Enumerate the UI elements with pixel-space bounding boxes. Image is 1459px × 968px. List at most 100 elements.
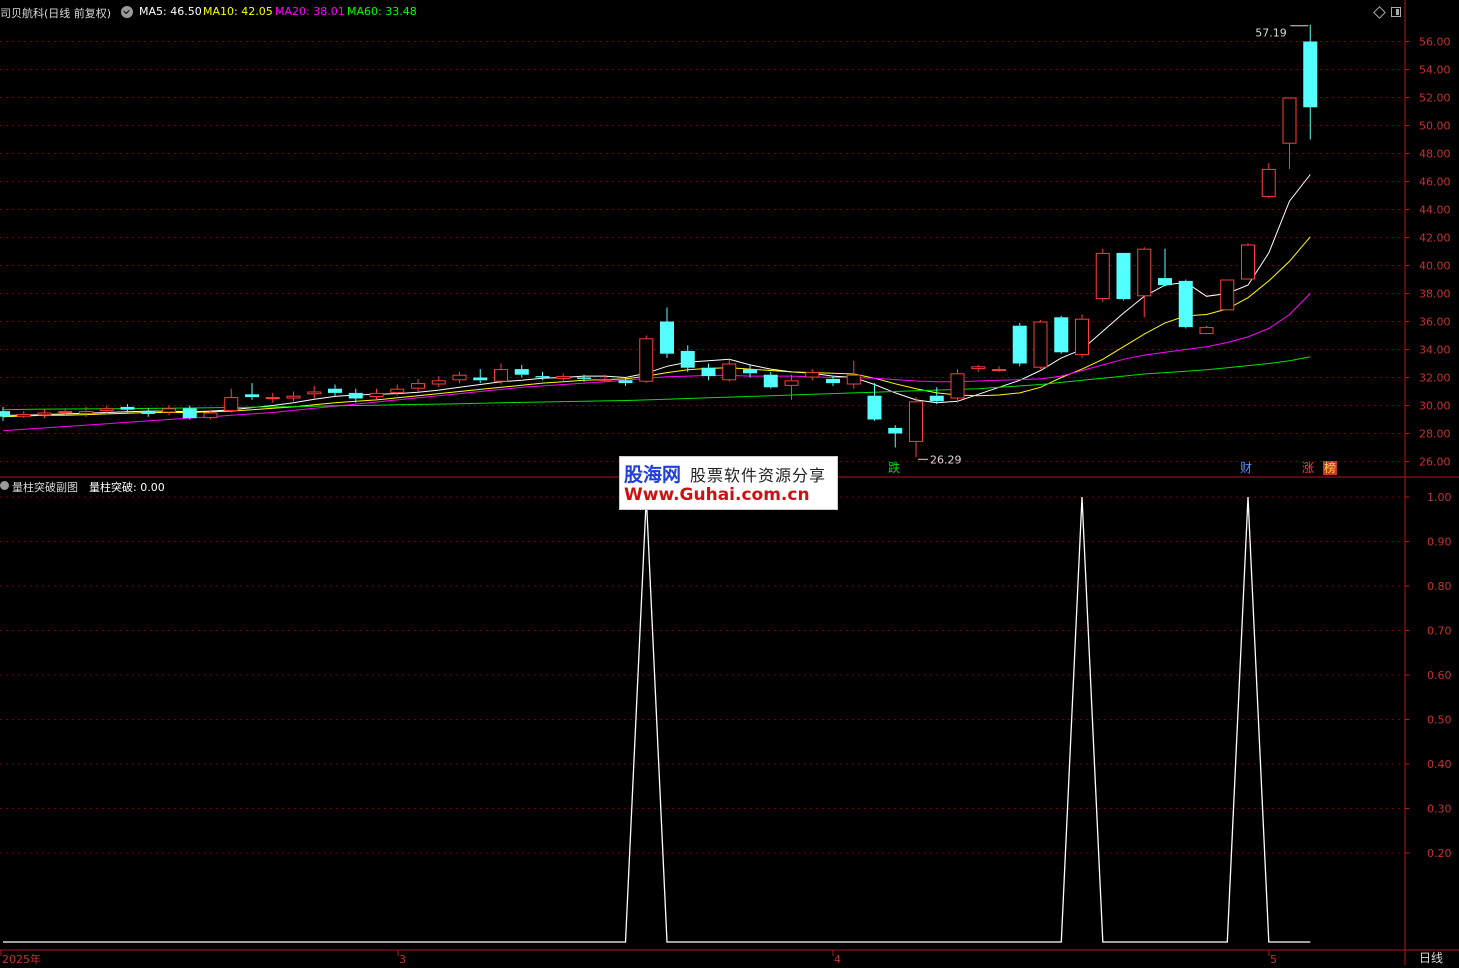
x-axis-label: 5 [1270, 953, 1277, 965]
candle-up [265, 397, 280, 400]
ma10-label: MA10: 42.05 [203, 5, 273, 18]
price-tick-label: 38.00 [1419, 288, 1451, 301]
price-tick-label: 44.00 [1419, 204, 1451, 217]
candle-down [1116, 252, 1131, 300]
candle-up [950, 373, 965, 399]
rank-marker: 榜 [1324, 460, 1336, 475]
low-price-label: 26.29 [930, 453, 962, 466]
price-tick-label: 48.00 [1419, 148, 1451, 161]
candle-up [99, 408, 114, 412]
candle-up [390, 388, 405, 393]
indicator-tick-label: 0.40 [1427, 758, 1452, 771]
candle-down [618, 380, 633, 384]
candle-up [971, 366, 986, 370]
indicator-tick-label: 0.20 [1427, 847, 1452, 860]
chart-stage: 56.00 54.00 52.00 50.00 48.00 46.00 44.00 42.00… [0, 0, 1459, 966]
candle-down [348, 392, 363, 399]
price-tick-label: 50.00 [1419, 120, 1451, 133]
candle-up [1261, 168, 1276, 197]
indicator-name[interactable]: 量柱突破副图 [12, 479, 78, 495]
candle-down [888, 427, 903, 434]
rise-marker: 涨 [1302, 460, 1314, 475]
stock-title[interactable]: 司贝航科(日线 前复权) [0, 5, 111, 21]
candle-up [1199, 327, 1214, 335]
candle-down [929, 395, 944, 402]
candle-down [120, 406, 135, 410]
x-axis-label: 3 [399, 953, 406, 965]
candle-up [369, 392, 384, 398]
candle-up [805, 371, 820, 378]
candle-up [307, 391, 322, 395]
candle-down [1303, 41, 1318, 108]
fall-marker: 跌 [888, 460, 900, 475]
candle-up [203, 412, 218, 419]
candle-down [182, 408, 197, 419]
indicator-tick-label: 1.00 [1427, 491, 1452, 504]
candle-down [826, 378, 840, 384]
candle-down [1012, 325, 1027, 364]
x-axis-label: 4 [834, 953, 841, 965]
price-tick-label: 30.00 [1419, 400, 1451, 413]
price-tick-label: 26.00 [1419, 456, 1451, 469]
indicator-toggle-icon[interactable] [0, 481, 9, 490]
candle-down [680, 350, 695, 368]
candle-up [58, 411, 73, 414]
candle-up [639, 338, 654, 382]
ma20-label: MA20: 38.01 [275, 5, 345, 18]
candle-down [514, 369, 529, 375]
price-tick-label: 36.00 [1419, 316, 1451, 329]
indicator-tick-label: 0.90 [1427, 536, 1452, 549]
high-price-label: 57.19 [1255, 27, 1287, 40]
indicator-tick-label: 0.50 [1427, 714, 1452, 727]
candle-up [16, 413, 31, 417]
candle-up [909, 401, 923, 442]
settings-dropdown-icon[interactable] [121, 6, 133, 18]
watermark-logo: 股海网 股票软件资源分享 Www.Guhai.com.cn [619, 456, 838, 510]
watermark-brand: 股海网 [624, 464, 682, 486]
candle-up [79, 411, 93, 414]
ma5-label: MA5: 46.50 [139, 5, 202, 18]
candle-up [1137, 248, 1152, 297]
candle-up [411, 383, 425, 389]
candle-up [452, 374, 467, 381]
watermark-tagline: 股票软件资源分享 [690, 466, 827, 485]
candle-up [597, 378, 612, 381]
indicator-value-label: 量柱突破: 0.00 [89, 481, 165, 494]
price-tick-label: 56.00 [1419, 36, 1451, 49]
candle-up [494, 369, 508, 382]
indicator-tick-label: 0.60 [1427, 669, 1452, 682]
candle-up [286, 395, 301, 399]
ma5-line [3, 174, 1311, 416]
candle-down [1178, 280, 1193, 328]
ma60-label: MA60: 33.48 [347, 5, 417, 18]
candle-up [1033, 321, 1048, 368]
candle-down [1054, 317, 1069, 353]
candle-down [743, 369, 757, 374]
candle-up [556, 376, 571, 379]
price-tick-label: 52.00 [1419, 92, 1451, 105]
x-axis-label: 2025年 [2, 952, 41, 965]
ma10-line [2, 236, 1311, 418]
candle-up [431, 380, 446, 385]
candle-up [846, 374, 861, 385]
candle-down [473, 377, 488, 381]
candle-up [784, 380, 799, 386]
price-tick-label: 32.00 [1419, 372, 1451, 385]
candle-up [1241, 244, 1255, 280]
panel-toggle-icon[interactable] [1391, 7, 1401, 17]
candle-down [763, 374, 778, 388]
candle-down [535, 376, 550, 378]
indicator-tick-label: 0.70 [1427, 625, 1452, 638]
candle-up [1075, 318, 1089, 356]
candle-down [1158, 278, 1172, 286]
candle-up [992, 369, 1006, 372]
watermark-url: Www.Guhai.com.cn [624, 485, 810, 505]
finance-marker: 财 [1240, 461, 1252, 475]
price-tick-label: 46.00 [1419, 176, 1451, 189]
indicator-tick-label: 0.80 [1427, 580, 1452, 593]
price-tick-label: 42.00 [1419, 232, 1451, 245]
price-tick-label: 34.00 [1419, 344, 1451, 357]
candle-up [722, 363, 737, 381]
candle-down [867, 395, 882, 420]
candle-down [660, 321, 674, 354]
